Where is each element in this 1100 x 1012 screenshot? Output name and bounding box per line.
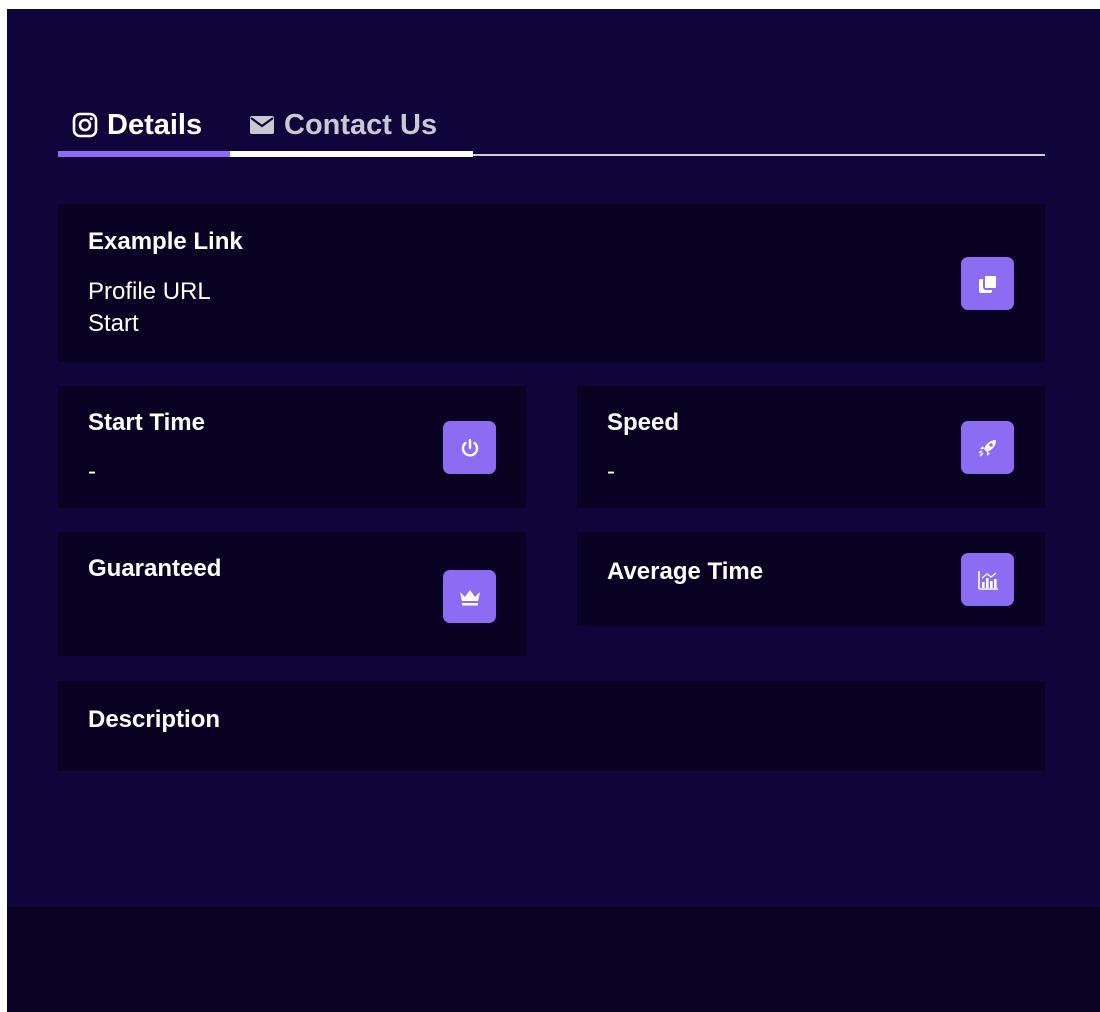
guaranteed-card: Guaranteed [58,532,526,656]
bar-chart-icon [976,569,1000,591]
rocket-button[interactable] [961,421,1014,474]
start-time-title: Start Time [88,409,205,436]
speed-title: Speed [607,409,680,436]
power-icon [459,437,481,459]
hover-tab-indicator [230,151,473,157]
active-tab-indicator [58,151,230,157]
tab-bar: Details Contact Us [58,95,1045,157]
start-time-card: Start Time - [58,386,526,508]
power-button[interactable] [443,421,496,474]
crown-button[interactable] [443,570,496,623]
details-panel: Details Contact Us Example Link Profile … [7,9,1100,907]
app-frame: Details Contact Us Example Link Profile … [7,9,1100,1012]
average-time-card: Average Time [577,532,1045,626]
speed-card: Speed - [577,386,1045,508]
copy-button[interactable] [961,257,1014,310]
example-link-title: Example Link [88,228,243,255]
description-card: Description [58,681,1045,771]
profile-url-label: Profile URL [88,278,211,305]
start-label: Start [88,310,139,337]
bar-chart-button[interactable] [961,553,1014,606]
mail-icon [249,115,275,135]
description-title: Description [88,706,221,733]
tab-contact-us-label: Contact Us [284,108,438,141]
rocket-icon [976,436,1000,460]
speed-value: - [607,458,615,485]
start-time-value: - [88,458,96,485]
instagram-icon [72,112,98,138]
crown-icon [458,587,482,607]
example-link-card: Example Link Profile URL Start [58,204,1045,362]
copy-icon [976,272,1000,296]
tab-contact-us[interactable]: Contact Us [249,95,437,155]
footer-area [7,907,1100,1012]
guaranteed-title: Guaranteed [88,555,222,582]
tab-details[interactable]: Details [72,95,202,155]
average-time-title: Average Time [607,558,764,585]
tab-details-label: Details [107,108,203,141]
